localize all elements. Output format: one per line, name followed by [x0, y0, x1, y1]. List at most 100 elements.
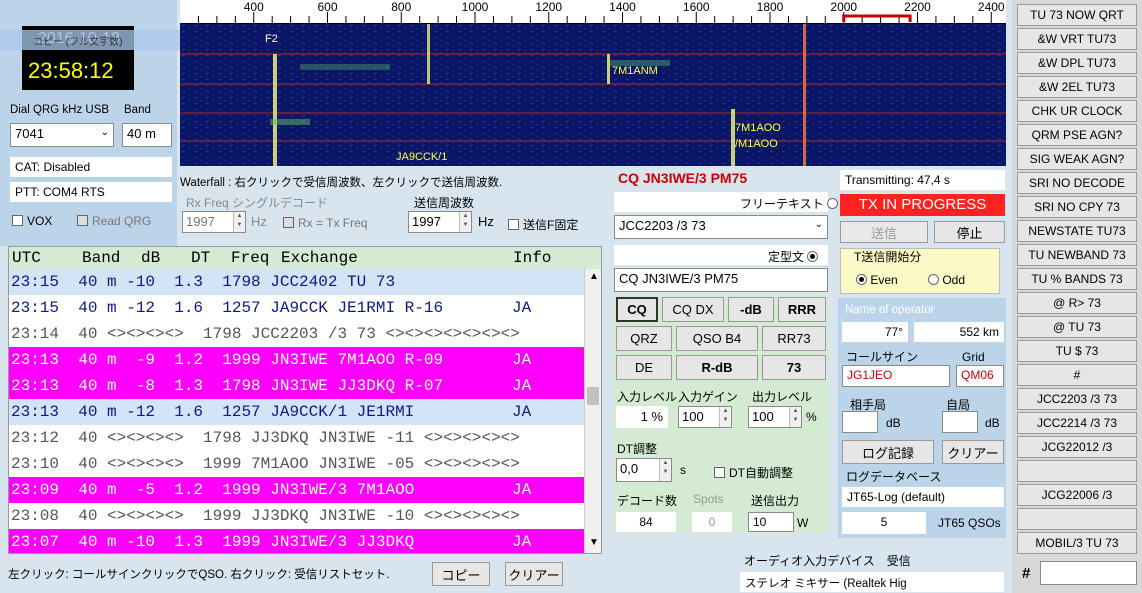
waterfall-display[interactable] — [180, 24, 1006, 166]
macro-button[interactable]: JCG22006 /3 — [1017, 484, 1137, 506]
tx-power-field[interactable]: 10 — [748, 512, 794, 532]
table-row[interactable]: 23:09 40 m -5 1.2 1999 JN3IWE/3 7M1AOO JA — [9, 477, 584, 503]
free-text-radio[interactable]: フリーテキスト — [740, 195, 838, 212]
clear-log-button[interactable]: クリアー — [942, 440, 1004, 464]
log-button[interactable]: ログ記録 — [842, 440, 934, 464]
my-db-input[interactable] — [942, 411, 978, 433]
clear-table-button[interactable]: クリアー — [505, 562, 563, 586]
output-level-spinner[interactable]: 100 ▲ ▼ — [748, 406, 802, 428]
input-gain-label: 入力ゲイン — [678, 390, 738, 404]
decode-scrollbar[interactable]: ▲ ▼ — [584, 269, 601, 553]
macro-button[interactable]: @ R> 73 — [1017, 292, 1137, 314]
logdb-value: JT65-Log (default) — [842, 487, 1004, 507]
table-row[interactable]: 23:07 40 m -10 1.3 1999 JN3IWE/3 JJ3DKQ J… — [9, 529, 584, 553]
azimuth-value: 77° — [842, 322, 908, 342]
read-qrg-checkbox-box[interactable] — [77, 215, 88, 226]
macro-button[interactable]: NEWSTATE TU73 — [1017, 220, 1137, 242]
rr73-button[interactable]: RR73 — [762, 326, 826, 351]
chevron-down-icon: ⌄ — [100, 127, 109, 138]
macro-button[interactable]: # — [1017, 364, 1137, 386]
73-button[interactable]: 73 — [762, 355, 826, 380]
header-info: Info — [513, 249, 552, 267]
copy-button[interactable]: コピー — [432, 562, 490, 586]
macro-button[interactable]: JCG22012 /3 — [1017, 436, 1137, 458]
callsign-input[interactable]: JG1JEO — [842, 365, 950, 387]
odd-radio[interactable]: Odd — [928, 273, 965, 287]
qso-b4-button[interactable]: QSO B4 — [676, 326, 758, 351]
odd-radio-button[interactable] — [928, 274, 939, 285]
scroll-thumb[interactable] — [587, 387, 599, 405]
clock-caption-text: コピー (フル文字数) — [33, 37, 123, 48]
macro-button[interactable]: MOBIL/3 TU 73 — [1017, 532, 1137, 554]
grid-input[interactable]: QM06 — [956, 365, 1004, 387]
band-field[interactable]: 40 m — [122, 123, 172, 147]
header-band: Band — [82, 249, 121, 267]
macro-button[interactable]: TU NEWBAND 73 — [1017, 244, 1137, 266]
dt-auto-checkbox[interactable]: DT自動調整 — [714, 464, 793, 481]
even-radio-button[interactable] — [856, 274, 867, 285]
dt-adjust-spinner[interactable]: 0,0 ▲ ▼ — [616, 458, 672, 482]
qrz-button[interactable]: QRZ — [616, 326, 672, 351]
free-text-select[interactable]: JCC2203 /3 73 ⌄ — [614, 215, 828, 239]
axis-tick-label: 400 — [244, 0, 264, 14]
rx-freq-input[interactable]: 1997 ▲ ▼ — [182, 211, 246, 233]
read-qrg-checkbox[interactable]: Read QRG — [77, 214, 151, 228]
macro-button[interactable]: @ TU 73 — [1017, 316, 1137, 338]
macro-button[interactable]: QRM PSE AGN? — [1017, 124, 1137, 146]
macro-button[interactable] — [1017, 508, 1137, 530]
table-row[interactable]: 23:10 40 <><><><> 1999 7M1AOO JN3IWE -05… — [9, 451, 584, 477]
macro-button[interactable] — [1017, 460, 1137, 482]
input-gain-spinner[interactable]: 100 ▲ ▼ — [678, 406, 732, 428]
table-row[interactable]: 23:15 40 m -10 1.3 1798 JCC2402 TU 73 — [9, 269, 584, 295]
even-radio[interactable]: Even — [856, 273, 898, 287]
axis-tick-label: 1600 — [683, 0, 710, 14]
table-row[interactable]: 23:13 40 m -12 1.6 1257 JA9CCK/1 JE1RMI J… — [9, 399, 584, 425]
table-row[interactable]: 23:15 40 m -12 1.6 1257 JA9CCK JE1RMI R-… — [9, 295, 584, 321]
dial-frequency-select[interactable]: 7041 ⌄ — [10, 123, 114, 147]
scroll-down-icon[interactable]: ▼ — [589, 537, 599, 548]
free-text-radio-button[interactable] — [827, 198, 838, 209]
scroll-up-icon[interactable]: ▲ — [589, 271, 599, 282]
macro-button[interactable]: &W DPL TU73 — [1017, 52, 1137, 74]
table-row[interactable]: 23:13 40 m -8 1.3 1798 JN3IWE JJ3DKQ R-0… — [9, 373, 584, 399]
minus-db-button[interactable]: -dB — [728, 297, 774, 322]
dt-unit: s — [680, 463, 686, 477]
macro-button[interactable]: SRI NO CPY 73 — [1017, 196, 1137, 218]
macro-button[interactable]: JCC2214 /3 73 — [1017, 412, 1137, 434]
r-db-button[interactable]: R-dB — [676, 355, 758, 380]
fixed-text-field[interactable]: CQ JN3IWE/3 PM75 — [614, 268, 828, 292]
macro-button[interactable]: SRI NO DECODE — [1017, 172, 1137, 194]
macro-button[interactable]: CHK UR CLOCK — [1017, 100, 1137, 122]
axis-tick-label: 2200 — [904, 0, 931, 14]
de-button[interactable]: DE — [616, 355, 672, 380]
macro-input[interactable] — [1040, 561, 1137, 585]
stop-button[interactable]: 停止 — [934, 221, 1005, 243]
table-row[interactable]: 23:08 40 <><><><> 1999 JJ3DKQ JN3IWE -10… — [9, 503, 584, 529]
macro-button[interactable]: TU 73 NOW QRT — [1017, 4, 1137, 26]
macro-button[interactable]: &W 2EL TU73 — [1017, 76, 1137, 98]
fixed-text-radio-button[interactable] — [807, 251, 819, 262]
table-row[interactable]: 23:13 40 m -9 1.2 1999 JN3IWE 7M1AOO R-0… — [9, 347, 584, 373]
macro-button[interactable]: TU $ 73 — [1017, 340, 1137, 362]
rx-eq-tx-checkbox-box[interactable] — [283, 217, 294, 228]
vox-checkbox[interactable]: VOX — [12, 214, 52, 228]
macro-button[interactable]: SIG WEAK AGN? — [1017, 148, 1137, 170]
send-button[interactable]: 送信 — [840, 221, 928, 243]
cq-button[interactable]: CQ — [616, 297, 658, 322]
table-row[interactable]: 23:14 40 <><><><> 1798 JCC2203 /3 73 <><… — [9, 321, 584, 347]
dt-auto-checkbox-box[interactable] — [714, 467, 725, 478]
tx-fixed-checkbox[interactable]: 送信F固定 — [508, 216, 578, 233]
transmitting-status: Transmitting: 47,4 s — [840, 170, 1005, 190]
tx-fixed-checkbox-box[interactable] — [508, 219, 519, 230]
macro-button[interactable]: JCC2203 /3 73 — [1017, 388, 1137, 410]
fixed-text-radio[interactable]: 定型文 — [768, 248, 819, 265]
rx-eq-tx-checkbox[interactable]: Rx = Tx Freq — [283, 216, 367, 230]
vox-checkbox-box[interactable] — [12, 215, 23, 226]
macro-button[interactable]: TU % BANDS 73 — [1017, 268, 1137, 290]
tx-freq-input[interactable]: 1997 ▲ ▼ — [408, 211, 472, 233]
table-row[interactable]: 23:12 40 <><><><> 1798 JJ3DKQ JN3IWE -11… — [9, 425, 584, 451]
rrr-button[interactable]: RRR — [778, 297, 826, 322]
cq-dx-button[interactable]: CQ DX — [662, 297, 724, 322]
their-db-input[interactable] — [842, 411, 878, 433]
macro-button[interactable]: &W VRT TU73 — [1017, 28, 1137, 50]
